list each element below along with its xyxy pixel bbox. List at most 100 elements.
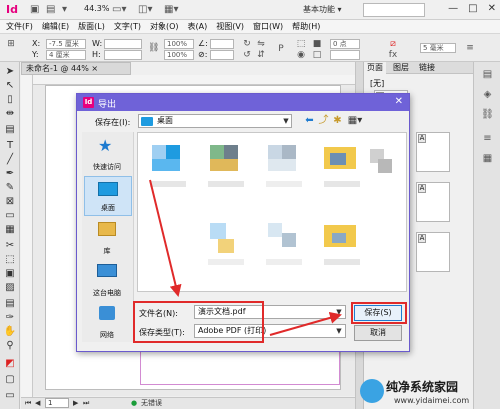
height-field[interactable] [104, 50, 142, 60]
stroke-weight-field[interactable]: 0 点 [330, 39, 360, 49]
save-button[interactable]: 保存(S) [354, 305, 402, 321]
flip-vertical-icon[interactable]: ⇵ [256, 50, 266, 60]
chevron-down-icon[interactable]: ▼ [333, 325, 345, 337]
rectangle-tool-icon[interactable]: ▭ [3, 210, 17, 222]
pages-dock-icon[interactable]: ▤ [479, 68, 496, 82]
fx-icon[interactable]: fx [388, 50, 398, 60]
menu-window[interactable]: 窗口(W) [253, 21, 283, 32]
none-master-label[interactable]: [无] [370, 78, 384, 89]
shear-field[interactable] [210, 50, 234, 60]
line-tool-icon[interactable]: ╱ [3, 154, 17, 166]
stroke-dock-icon[interactable]: ≡ [479, 132, 496, 146]
file-item[interactable] [364, 141, 406, 199]
filetype-select[interactable]: Adobe PDF (打印) [194, 324, 346, 338]
document-tab[interactable]: 未命名-1 @ 44% × [21, 62, 131, 75]
place-network[interactable]: 网络 [84, 302, 132, 342]
links-dock-icon[interactable]: ⛓ [479, 108, 496, 122]
last-page-icon[interactable]: ⏭ [83, 398, 89, 409]
save-in-dropdown[interactable]: 桌面 [138, 114, 292, 128]
page-tool-icon[interactable]: ▯ [3, 94, 17, 106]
horizontal-grid-tool-icon[interactable]: ▦ [3, 224, 17, 236]
chevron-down-icon[interactable]: ▼ [280, 114, 292, 128]
constrain-proportions-icon[interactable]: ⛓ [148, 43, 159, 53]
view-options-icon[interactable]: ▭▾ [112, 3, 126, 17]
arrange-documents-icon[interactable]: ▦▾ [164, 3, 178, 17]
scissors-tool-icon[interactable]: ✂ [3, 240, 17, 252]
maximize-button[interactable]: □ [468, 3, 477, 14]
pencil-tool-icon[interactable]: ✎ [3, 182, 17, 194]
menu-table[interactable]: 表(A) [188, 21, 208, 32]
file-item[interactable] [146, 141, 192, 199]
fill-swatch-icon[interactable]: ■ [312, 39, 322, 49]
zoom-level[interactable]: 44.3% [84, 4, 109, 13]
gradient-swatch-tool-icon[interactable]: ▣ [3, 268, 17, 280]
file-item[interactable] [204, 219, 250, 277]
menu-edit[interactable]: 编辑(E) [42, 21, 69, 32]
search-input[interactable] [363, 3, 425, 17]
bridge-icon[interactable]: ▣ [30, 3, 39, 17]
scale-x-field[interactable]: 100% [164, 39, 194, 49]
screen-mode-tool-icon[interactable]: ▭ [3, 390, 17, 402]
no-fill-icon[interactable]: ⧄ [388, 39, 398, 49]
workspace-switcher[interactable]: 基本功能 ▾ [303, 4, 342, 15]
select-content-icon[interactable]: ◉ [296, 50, 306, 60]
rotate-field[interactable] [210, 39, 234, 49]
fill-stroke-icon[interactable]: ◩ [3, 358, 17, 370]
up-folder-icon[interactable]: ⤴ [317, 114, 330, 127]
place-library[interactable]: 库 [84, 218, 132, 258]
tab-layers[interactable]: 图层 [390, 62, 412, 74]
file-item[interactable] [262, 219, 308, 277]
close-button[interactable]: ✕ [488, 3, 496, 14]
chevron-down-icon[interactable]: ▼ [333, 306, 345, 318]
direct-selection-tool-icon[interactable]: ↖ [3, 80, 17, 92]
rotate-ccw-icon[interactable]: ↺ [242, 50, 252, 60]
dialog-close-button[interactable]: ✕ [395, 96, 403, 107]
new-folder-icon[interactable]: ✱ [331, 114, 344, 127]
screen-mode-icon[interactable]: ◫▾ [138, 3, 152, 17]
width-field[interactable] [104, 39, 142, 49]
rectangle-frame-tool-icon[interactable]: ⊠ [3, 196, 17, 208]
stroke-type-field[interactable] [330, 50, 360, 60]
swatches-dock-icon[interactable]: ▦ [479, 152, 496, 166]
spacing-field[interactable]: 5 毫米 [420, 43, 456, 53]
flip-horizontal-icon[interactable]: ⇋ [256, 39, 266, 49]
gap-tool-icon[interactable]: ⇹ [3, 108, 17, 120]
layers-dock-icon[interactable]: ◈ [479, 88, 496, 102]
x-field[interactable]: -7.5 厘米 [46, 39, 86, 49]
file-item[interactable] [320, 219, 366, 277]
zoom-tool-icon[interactable]: ⚲ [3, 340, 17, 352]
menu-type[interactable]: 文字(T) [114, 21, 141, 32]
file-item[interactable] [204, 141, 250, 199]
content-collector-icon[interactable]: ▤ [3, 124, 17, 136]
type-tool-icon[interactable]: T [3, 140, 17, 152]
formatting-affects-container-icon[interactable]: ▢ [3, 374, 17, 386]
paragraph-icon[interactable]: P [276, 44, 286, 54]
place-quick-access[interactable]: ★ 快速访问 [84, 134, 132, 174]
menu-help[interactable]: 帮助(H) [292, 21, 320, 32]
tab-pages[interactable]: 页面 [364, 62, 386, 74]
preflight-status[interactable]: 无错误 [141, 398, 162, 409]
file-list[interactable] [137, 132, 407, 292]
eyedropper-tool-icon[interactable]: ✑ [3, 312, 17, 324]
dropdown-arrow-icon[interactable]: ▾ [62, 3, 67, 17]
hand-tool-icon[interactable]: ✋ [3, 326, 17, 338]
select-container-icon[interactable]: ⬚ [296, 39, 306, 49]
rotate-cw-icon[interactable]: ↻ [242, 39, 252, 49]
file-item[interactable] [262, 141, 308, 199]
pen-tool-icon[interactable]: ✒ [3, 168, 17, 180]
place-this-pc[interactable]: 这台电脑 [84, 260, 132, 300]
menu-file[interactable]: 文件(F) [6, 21, 33, 32]
back-icon[interactable]: ⬅ [303, 114, 316, 127]
menu-layout[interactable]: 版面(L) [78, 21, 105, 32]
filename-input[interactable]: 演示文档.pdf [194, 305, 346, 319]
menu-object[interactable]: 对象(O) [150, 21, 179, 32]
first-page-icon[interactable]: ⏮ [25, 398, 31, 409]
note-tool-icon[interactable]: ▤ [3, 298, 17, 310]
menu-view[interactable]: 视图(V) [216, 21, 244, 32]
scale-y-field[interactable]: 100% [164, 50, 194, 60]
place-desktop[interactable]: 桌面 [84, 176, 132, 216]
stroke-swatch-icon[interactable]: □ [312, 50, 322, 60]
close-tab-icon[interactable]: × [91, 64, 98, 73]
cancel-button[interactable]: 取消 [354, 325, 402, 341]
next-page-icon[interactable]: ▶ [73, 398, 78, 409]
